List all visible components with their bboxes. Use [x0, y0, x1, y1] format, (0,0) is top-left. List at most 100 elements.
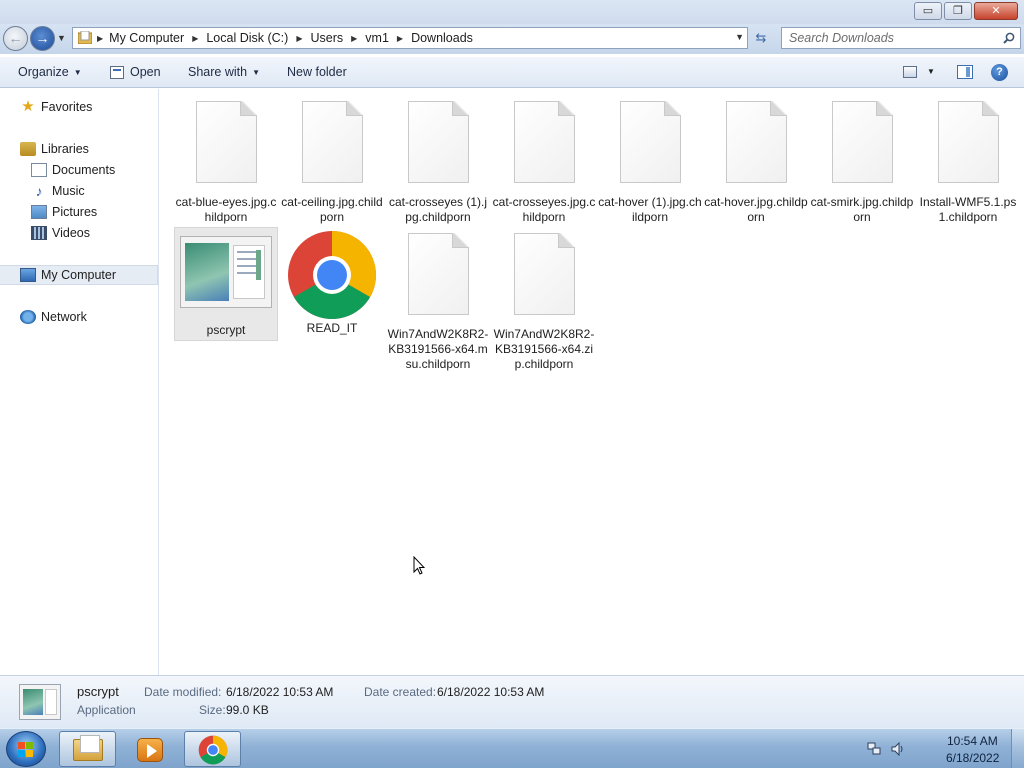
breadcrumb: ▶ My Computer ▶ Local Disk (C:) ▶ Users … [97, 31, 473, 45]
navigation-pane: ★ Favorites Libraries Documents ♪ Music Pi… [0, 89, 159, 675]
nav-label: Documents [52, 163, 116, 177]
document-icon [615, 99, 685, 185]
file-label: READ_IT [306, 321, 358, 335]
forward-arrow-icon: → [35, 30, 50, 46]
help-icon[interactable]: ? [991, 64, 1008, 81]
file-item[interactable]: Win7AndW2K8R2-KB3191566-x64.zip.childpor… [492, 231, 596, 372]
libraries-icon [20, 142, 36, 156]
breadcrumb-item[interactable]: vm1 [365, 31, 389, 45]
media-player-icon [137, 738, 163, 762]
file-item[interactable]: Win7AndW2K8R2-KB3191566-x64.msu.childpor… [386, 231, 490, 372]
nav-libraries[interactable]: Libraries [20, 139, 178, 159]
title-bar: ▭ ❐ ✕ [0, 0, 1024, 24]
open-button[interactable]: Open [110, 65, 161, 79]
new-folder-label: New folder [287, 65, 347, 79]
star-icon: ★ [21, 98, 35, 115]
details-file-type: Application [77, 703, 136, 717]
command-bar: Organize ▼ Open Share with ▼ New folder ▼ … [0, 56, 1024, 88]
address-row: ← → ▼ ▶ My Computer ▶ Local Disk (C:) ▶ … [0, 24, 1024, 54]
file-list[interactable]: cat-blue-eyes.jpg.childporn cat-ceiling.… [160, 89, 1024, 675]
file-label: cat-hover.jpg.childporn [704, 195, 808, 224]
organize-button[interactable]: Organize ▼ [18, 65, 82, 79]
nav-network[interactable]: Network [20, 307, 178, 327]
nav-label: Favorites [41, 100, 93, 114]
file-item[interactable]: cat-hover (1).jpg.childporn [598, 99, 702, 225]
file-item[interactable]: cat-blue-eyes.jpg.childporn [174, 99, 278, 225]
taskbar-chrome-button[interactable] [184, 731, 241, 767]
breadcrumb-arrow-icon[interactable]: ▶ [296, 34, 302, 43]
back-arrow-icon: ← [8, 30, 23, 46]
breadcrumb-item[interactable]: Downloads [411, 31, 473, 45]
address-bar[interactable]: ▶ My Computer ▶ Local Disk (C:) ▶ Users … [72, 27, 748, 49]
preview-pane-icon[interactable] [957, 65, 973, 79]
nav-my-computer[interactable]: My Computer [0, 265, 158, 285]
breadcrumb-item[interactable]: My Computer [109, 31, 184, 45]
breadcrumb-arrow-icon[interactable]: ▶ [192, 34, 198, 43]
application-icon [178, 228, 274, 314]
change-view-icon[interactable] [903, 66, 917, 78]
show-desktop-button[interactable] [1011, 729, 1024, 768]
minimize-button[interactable]: ▭ [914, 2, 942, 20]
nav-favorites[interactable]: ★ Favorites [20, 97, 178, 117]
close-button[interactable]: ✕ [974, 2, 1018, 20]
back-button[interactable]: ← [3, 26, 28, 51]
size-label: Size: [199, 703, 226, 717]
nav-label: Network [41, 310, 87, 324]
network-icon [20, 310, 36, 324]
recent-pages-dropdown-icon[interactable]: ▼ [57, 33, 66, 43]
volume-icon[interactable] [891, 742, 905, 756]
document-icon [933, 99, 1003, 185]
start-button[interactable] [6, 731, 46, 767]
breadcrumb-arrow-icon[interactable]: ▶ [397, 34, 403, 43]
file-item[interactable]: cat-smirk.jpg.childporn [810, 99, 914, 225]
document-icon [297, 99, 367, 185]
taskbar-explorer-button[interactable] [59, 731, 116, 767]
details-file-name: pscrypt [77, 684, 119, 699]
windows-logo-icon [18, 742, 34, 758]
folder-icon [73, 735, 103, 761]
file-label: Win7AndW2K8R2-KB3191566-x64.msu.childpor… [387, 327, 489, 371]
breadcrumb-item[interactable]: Users [310, 31, 343, 45]
clock-time[interactable]: 10:54 AM [947, 734, 998, 748]
application-icon [19, 684, 61, 720]
refresh-icon: ⇆ [755, 30, 767, 45]
new-folder-button[interactable]: New folder [287, 65, 347, 79]
file-item[interactable]: cat-crosseyes.jpg.childporn [492, 99, 596, 225]
size-value: 99.0 KB [226, 703, 269, 717]
file-item[interactable]: cat-ceiling.jpg.childporn [280, 99, 384, 225]
refresh-button[interactable]: ⇆ [752, 30, 770, 48]
document-icon [403, 231, 473, 317]
document-icon [509, 99, 579, 185]
chrome-icon [286, 229, 378, 321]
taskbar-media-player-button[interactable] [121, 731, 178, 767]
maximize-button[interactable]: ❐ [944, 2, 972, 20]
clock-date[interactable]: 6/18/2022 [946, 751, 999, 765]
documents-icon [31, 163, 47, 177]
nav-label: Videos [52, 226, 90, 240]
file-label: cat-hover (1).jpg.childporn [598, 195, 702, 224]
music-icon: ♪ [35, 183, 43, 199]
file-label: cat-ceiling.jpg.childporn [281, 195, 383, 224]
breadcrumb-item[interactable]: Local Disk (C:) [206, 31, 288, 45]
view-options-dropdown-icon[interactable]: ▼ [927, 67, 935, 76]
breadcrumb-arrow-icon[interactable]: ▶ [97, 34, 103, 43]
file-item[interactable]: cat-hover.jpg.childporn [704, 99, 808, 225]
forward-button[interactable]: → [30, 26, 55, 51]
address-history-dropdown-icon[interactable]: ▼ [735, 32, 744, 42]
breadcrumb-arrow-icon[interactable]: ▶ [351, 34, 357, 43]
file-label: cat-blue-eyes.jpg.childporn [175, 195, 277, 224]
share-with-button[interactable]: Share with ▼ [188, 65, 260, 79]
folder-icon [78, 31, 92, 44]
file-item[interactable]: Install-WMF5.1.ps1.childporn [916, 99, 1020, 225]
network-tray-icon[interactable] [867, 742, 881, 756]
document-icon [509, 231, 579, 317]
search-icon[interactable] [1003, 32, 1015, 44]
file-item[interactable]: READ_IT [280, 229, 384, 336]
nav-label: Pictures [52, 205, 98, 219]
chrome-icon [198, 735, 228, 765]
search-box [781, 27, 1021, 49]
taskbar: 10:54 AM 6/18/2022 [0, 728, 1024, 768]
file-item[interactable]: cat-crosseyes (1).jpg.childporn [386, 99, 490, 225]
search-input[interactable] [789, 31, 994, 45]
file-item-selected[interactable]: pscrypt [174, 227, 278, 341]
